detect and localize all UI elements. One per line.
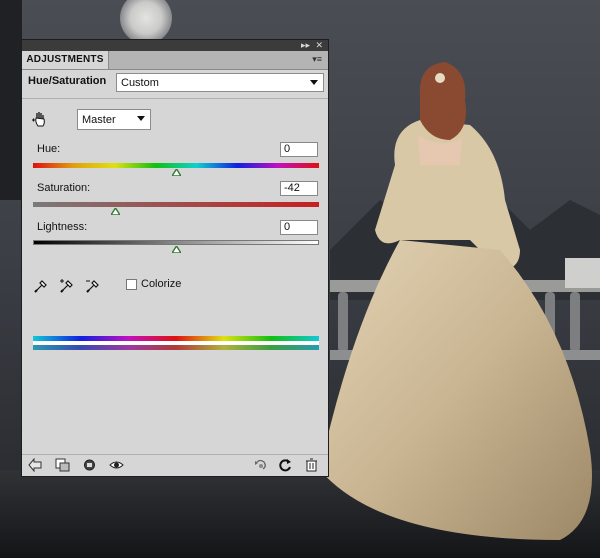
colorize-checkbox[interactable] <box>126 279 137 290</box>
saturation-slider-track[interactable] <box>33 202 319 207</box>
spectrum-bar-bottom[interactable] <box>33 345 319 350</box>
lightness-slider-track[interactable] <box>33 240 319 245</box>
eyedropper-icon[interactable] <box>33 278 49 294</box>
double-chevron-right-icon[interactable]: ▸▸ <box>301 40 310 51</box>
refresh-icon[interactable] <box>278 458 293 472</box>
saturation-input[interactable]: -42 <box>280 181 318 196</box>
targeted-adjustment-hand-icon[interactable] <box>31 110 49 128</box>
chevron-down-icon <box>310 80 318 85</box>
visibility-preview-icon[interactable] <box>82 458 97 472</box>
adjustments-panel: ▸▸ ✕ ADJUSTMENTS ▾≡ Hue/Saturation Custo… <box>21 39 329 477</box>
panel-title-strip: ▸▸ ✕ <box>22 40 328 51</box>
channel-value: Master <box>82 114 116 126</box>
colorize-label: Colorize <box>141 278 182 290</box>
saturation-slider-thumb[interactable] <box>111 208 121 215</box>
reset-icon[interactable] <box>253 458 268 472</box>
lightness-slider-thumb[interactable] <box>171 246 181 253</box>
preset-value: Custom <box>121 77 159 89</box>
back-arrow-icon[interactable] <box>28 458 43 472</box>
saturation-label: Saturation: <box>37 182 91 194</box>
hue-label: Hue: <box>37 143 61 155</box>
hue-input[interactable]: 0 <box>280 142 318 157</box>
panel-tabbar: ADJUSTMENTS ▾≡ <box>22 51 328 70</box>
adjustment-header: Hue/Saturation Custom <box>22 70 328 99</box>
lightness-label: Lightness: <box>37 221 88 233</box>
eyedropper-subtract-icon[interactable] <box>85 278 101 294</box>
panel-footer <box>22 454 328 476</box>
panel-menu-icon[interactable]: ▾≡ <box>312 54 322 65</box>
preset-dropdown[interactable]: Custom <box>116 73 324 92</box>
chevron-down-icon <box>137 116 145 121</box>
eyedropper-add-icon[interactable] <box>59 278 75 294</box>
hue-slider-thumb[interactable] <box>171 169 181 176</box>
hue-slider-track[interactable] <box>33 163 319 168</box>
eye-icon[interactable] <box>109 458 124 472</box>
clip-to-layer-icon[interactable] <box>55 458 70 472</box>
channel-dropdown[interactable]: Master <box>77 109 151 130</box>
tab-adjustments[interactable]: ADJUSTMENTS <box>22 51 109 69</box>
lightness-input[interactable]: 0 <box>280 220 318 235</box>
trash-icon[interactable] <box>304 458 319 472</box>
close-icon[interactable]: ✕ <box>315 40 323 51</box>
adjustment-title: Hue/Saturation <box>28 75 107 87</box>
